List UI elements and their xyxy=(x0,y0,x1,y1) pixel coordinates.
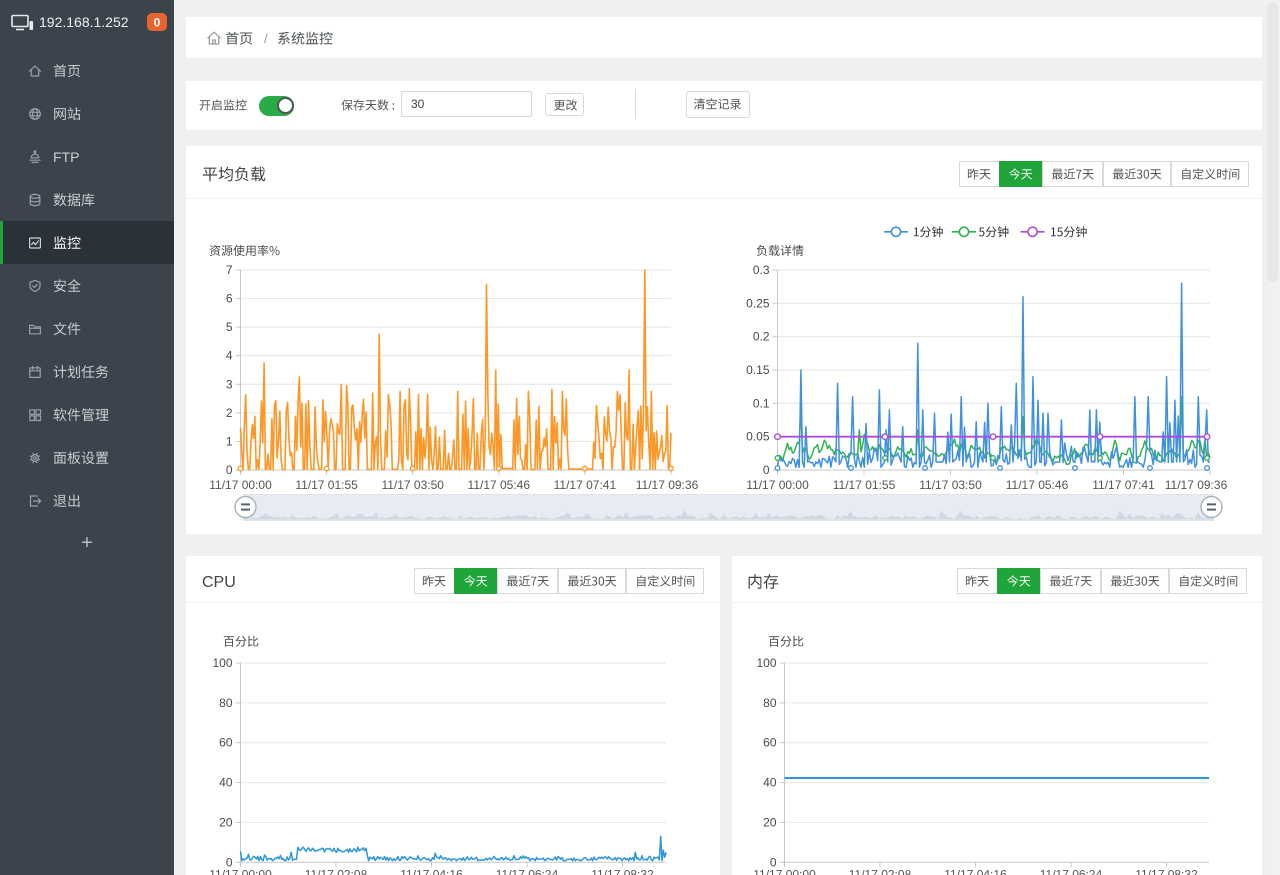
svg-text:192.168.1.252: 192.168.1.252 xyxy=(39,14,129,30)
svg-text:0.2: 0.2 xyxy=(753,330,770,344)
svg-text:11/17 09:36: 11/17 09:36 xyxy=(1165,478,1228,492)
svg-text:FTP: FTP xyxy=(53,149,79,165)
svg-text:11/17 03:50: 11/17 03:50 xyxy=(381,478,444,492)
svg-text:20: 20 xyxy=(219,815,233,829)
svg-text:100: 100 xyxy=(756,656,776,670)
svg-text:100: 100 xyxy=(212,656,232,670)
svg-text:80: 80 xyxy=(219,696,233,710)
svg-text:11/17 07:41: 11/17 07:41 xyxy=(1092,478,1155,492)
svg-text:2: 2 xyxy=(226,406,233,420)
svg-text:0: 0 xyxy=(763,463,770,477)
svg-text:0.3: 0.3 xyxy=(753,263,770,277)
svg-text:11/17 06:24: 11/17 06:24 xyxy=(496,868,559,875)
svg-text:CPU: CPU xyxy=(202,574,236,591)
svg-text:6: 6 xyxy=(226,292,233,306)
svg-text:11/17 08:32: 11/17 08:32 xyxy=(591,868,654,875)
svg-text:30: 30 xyxy=(411,97,425,111)
svg-text:40: 40 xyxy=(219,776,233,790)
svg-text:80: 80 xyxy=(763,696,777,710)
svg-text:11/17 06:24: 11/17 06:24 xyxy=(1040,868,1103,875)
svg-text:/: / xyxy=(264,31,268,46)
svg-text:11/17 04:16: 11/17 04:16 xyxy=(400,868,463,875)
svg-text:0.15: 0.15 xyxy=(746,363,770,377)
svg-text:0.1: 0.1 xyxy=(753,396,770,410)
svg-text:11/17 00:00: 11/17 00:00 xyxy=(209,478,272,492)
svg-text:60: 60 xyxy=(763,736,777,750)
svg-text:7: 7 xyxy=(226,263,233,277)
svg-text:11/17 01:55: 11/17 01:55 xyxy=(833,478,896,492)
svg-text:1: 1 xyxy=(226,434,233,448)
svg-text:0: 0 xyxy=(154,16,161,30)
svg-text:11/17 05:46: 11/17 05:46 xyxy=(468,478,531,492)
svg-text:11/17 03:50: 11/17 03:50 xyxy=(919,478,982,492)
svg-text:40: 40 xyxy=(763,776,777,790)
svg-text:4: 4 xyxy=(226,349,233,363)
svg-text:60: 60 xyxy=(219,736,233,750)
svg-text:+: + xyxy=(81,532,93,554)
svg-text:5: 5 xyxy=(226,320,233,334)
svg-text:11/17 00:00: 11/17 00:00 xyxy=(746,478,809,492)
svg-text:20: 20 xyxy=(763,815,777,829)
svg-text:0: 0 xyxy=(226,463,233,477)
svg-text:0.05: 0.05 xyxy=(746,430,770,444)
svg-text:11/17 02:08: 11/17 02:08 xyxy=(305,868,368,875)
svg-text:11/17 07:41: 11/17 07:41 xyxy=(554,478,617,492)
svg-text:11/17 05:46: 11/17 05:46 xyxy=(1006,478,1069,492)
svg-text:3: 3 xyxy=(226,377,233,391)
svg-text:11/17 08:32: 11/17 08:32 xyxy=(1135,868,1198,875)
svg-text:11/17 09:36: 11/17 09:36 xyxy=(636,478,699,492)
svg-text:11/17 02:08: 11/17 02:08 xyxy=(849,868,912,875)
svg-text:11/17 01:55: 11/17 01:55 xyxy=(295,478,358,492)
svg-text:11/17 04:16: 11/17 04:16 xyxy=(944,868,1007,875)
svg-text:0.25: 0.25 xyxy=(746,296,770,310)
svg-text:11/17 00:00: 11/17 00:00 xyxy=(209,868,272,875)
svg-text:11/17 00:00: 11/17 00:00 xyxy=(753,868,816,875)
